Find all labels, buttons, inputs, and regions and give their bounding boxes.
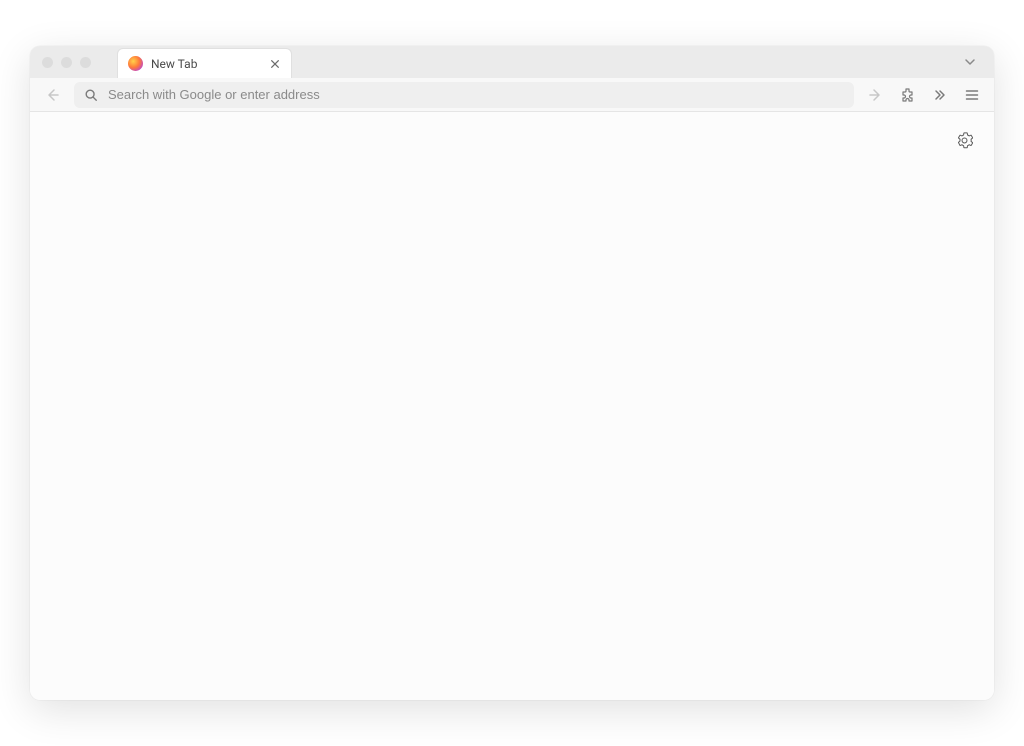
window-minimize-button[interactable] <box>61 57 72 68</box>
newtab-settings-button[interactable] <box>952 128 976 152</box>
back-button[interactable] <box>38 81 66 109</box>
tab-bar: New Tab <box>30 46 994 78</box>
arrow-left-icon <box>44 87 60 103</box>
close-icon <box>270 59 280 69</box>
browser-window: New Tab <box>30 46 994 700</box>
app-menu-button[interactable] <box>958 81 986 109</box>
chevron-double-right-icon <box>932 87 948 103</box>
window-maximize-button[interactable] <box>80 57 91 68</box>
window-controls <box>30 57 91 68</box>
overflow-button[interactable] <box>926 81 954 109</box>
forward-button[interactable] <box>862 81 890 109</box>
list-all-tabs-button[interactable] <box>960 52 980 72</box>
arrow-right-icon <box>868 87 884 103</box>
tab-close-button[interactable] <box>267 56 283 72</box>
window-close-button[interactable] <box>42 57 53 68</box>
extension-icon <box>900 87 916 103</box>
chevron-down-icon <box>964 56 976 68</box>
page-content <box>30 112 994 700</box>
gear-icon <box>956 132 973 149</box>
address-input[interactable] <box>108 87 844 102</box>
firefox-favicon-icon <box>128 56 143 71</box>
tab-title: New Tab <box>151 57 259 71</box>
navigation-toolbar <box>30 78 994 112</box>
url-bar[interactable] <box>74 82 854 108</box>
search-icon <box>84 88 98 102</box>
browser-tab[interactable]: New Tab <box>117 48 292 78</box>
extensions-button[interactable] <box>894 81 922 109</box>
hamburger-icon <box>964 87 980 103</box>
